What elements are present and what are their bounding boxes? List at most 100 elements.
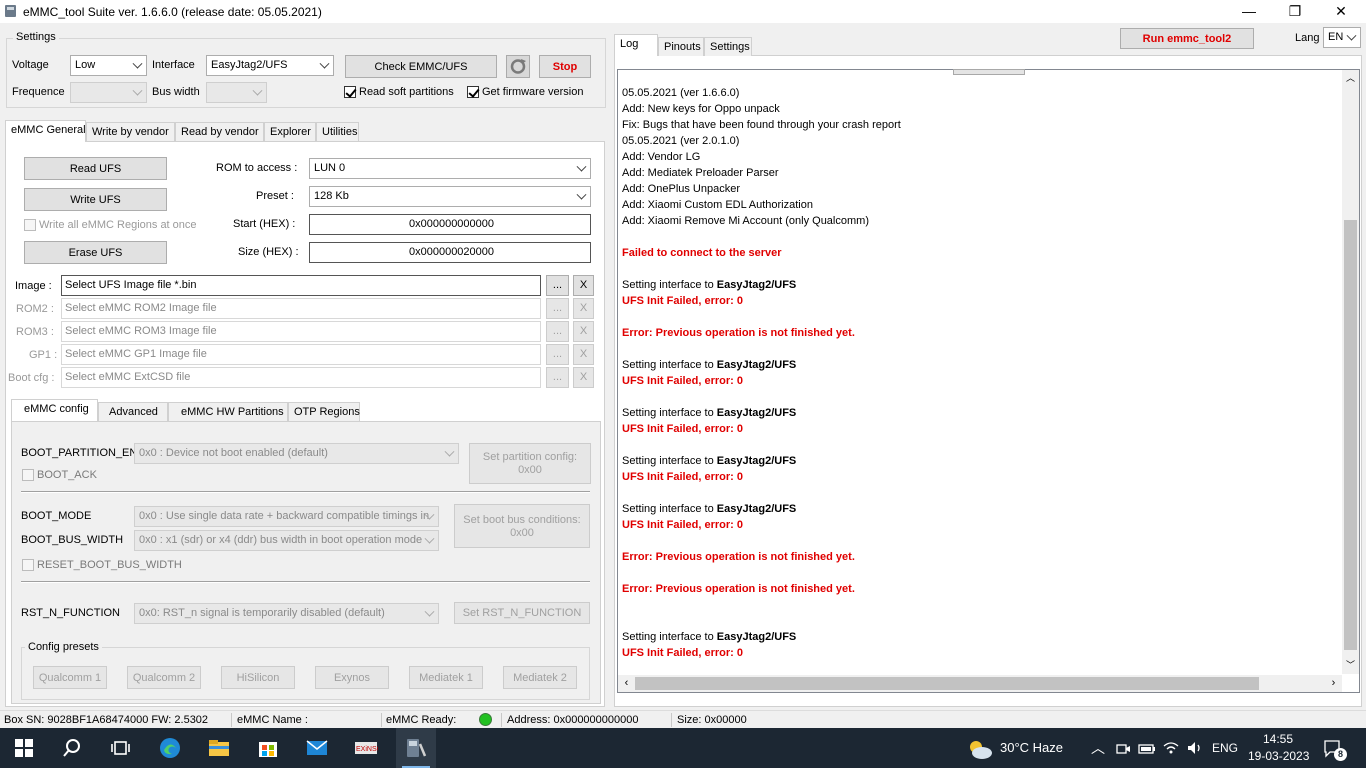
boot-ack-checkbox[interactable] — [22, 469, 34, 481]
chevron-down-icon — [132, 58, 143, 69]
preset-mediatek-1-button[interactable]: Mediatek 1 — [409, 666, 483, 689]
tab-settings[interactable]: Settings — [704, 37, 752, 56]
size-hex-input[interactable]: 0x000000020000 — [309, 242, 591, 263]
rom3-browse-button[interactable]: ... — [546, 321, 569, 342]
boot-bus-width-select[interactable]: 0x0 : x1 (sdr) or x4 (ddr) bus width in … — [134, 530, 439, 551]
tab-emmc-hw-partitions[interactable]: eMMC HW Partitions — [168, 402, 288, 421]
rom-access-select[interactable]: LUN 0 — [309, 158, 591, 179]
image-file-input[interactable]: Select UFS Image file *.bin — [61, 275, 541, 296]
image-browse-button[interactable]: ... — [546, 275, 569, 296]
log-line: Setting interface to EasyJtag2/UFS — [622, 407, 797, 419]
stop-button[interactable]: Stop — [539, 55, 591, 78]
tab-write-by-vendor[interactable]: Write by vendor — [86, 122, 175, 141]
rom2-file-input[interactable]: Select eMMC ROM2 Image file — [61, 298, 541, 319]
boot-mode-select[interactable]: 0x0 : Use single data rate + backward co… — [134, 506, 439, 527]
splitter-handle[interactable] — [953, 69, 1025, 75]
weather-icon[interactable] — [966, 738, 994, 760]
exinsoft-icon[interactable]: EXiNSOFT — [354, 736, 378, 760]
lang-select[interactable]: EN — [1323, 27, 1361, 48]
read-soft-partitions-checkbox[interactable] — [344, 86, 356, 98]
boot-cfg-clear-button[interactable]: X — [573, 367, 594, 388]
tab-otp-regions[interactable]: OTP Regions — [288, 402, 360, 421]
rom3-file-input[interactable]: Select eMMC ROM3 Image file — [61, 321, 541, 342]
close-button[interactable]: ✕ — [1318, 0, 1364, 23]
interface-select[interactable]: EasyJtag2/UFS — [206, 55, 334, 76]
clock-time[interactable]: 14:55 — [1263, 732, 1293, 746]
file-explorer-icon[interactable] — [207, 736, 231, 760]
voltage-select[interactable]: Low — [70, 55, 147, 76]
weather-text[interactable]: 30°C Haze — [1000, 740, 1063, 755]
log-area[interactable]: 05.05.2021 (ver 1.6.6.0) Add: New keys f… — [617, 69, 1360, 693]
store-icon[interactable] — [256, 736, 280, 760]
volume-icon[interactable] — [1186, 740, 1204, 756]
read-ufs-button[interactable]: Read UFS — [24, 157, 167, 180]
scroll-down-icon[interactable]: ﹀ — [1342, 657, 1359, 674]
tab-explorer[interactable]: Explorer — [264, 122, 316, 141]
refresh-button[interactable] — [506, 55, 530, 78]
battery-icon[interactable] — [1138, 741, 1156, 757]
log-line: UFS Init Failed, error: 0 — [622, 647, 744, 659]
rom2-clear-button[interactable]: X — [573, 298, 594, 319]
bus-width-label: Bus width — [152, 86, 200, 98]
tab-emmc-general[interactable]: eMMC General — [5, 120, 86, 142]
emmc-tool-icon[interactable] — [404, 736, 428, 760]
chevron-down-icon — [576, 161, 587, 172]
gp1-browse-button[interactable]: ... — [546, 344, 569, 365]
clock-date[interactable]: 19-03-2023 — [1248, 749, 1309, 763]
preset-hisilicon-button[interactable]: HiSilicon — [221, 666, 295, 689]
bus-width-select[interactable] — [206, 82, 267, 103]
set-boot-bus-button[interactable]: Set boot bus conditions: 0x00 — [454, 504, 590, 548]
windows-start-icon[interactable] — [12, 736, 36, 760]
meet-icon[interactable] — [1115, 741, 1131, 757]
frequence-select[interactable] — [70, 82, 147, 103]
tab-log[interactable]: Log — [614, 34, 658, 56]
write-all-regions-checkbox[interactable] — [24, 219, 36, 231]
rom2-browse-button[interactable]: ... — [546, 298, 569, 319]
boot-cfg-file-input[interactable]: Select eMMC ExtCSD file — [61, 367, 541, 388]
get-firmware-version-checkbox[interactable] — [467, 86, 479, 98]
start-hex-input[interactable]: 0x000000000000 — [309, 214, 591, 235]
boot-partition-select[interactable]: 0x0 : Device not boot enabled (default) — [134, 443, 459, 464]
search-icon[interactable] — [60, 736, 84, 760]
minimize-button[interactable]: — — [1226, 0, 1272, 23]
preset-exynos-button[interactable]: Exynos — [315, 666, 389, 689]
run-emmc-tool2-button[interactable]: Run emmc_tool2 — [1120, 28, 1254, 49]
log-line: Add: New keys for Oppo unpack — [622, 103, 780, 115]
tab-utilities[interactable]: Utilities — [316, 122, 359, 141]
preset-select[interactable]: 128 Kb — [309, 186, 591, 207]
scroll-left-icon[interactable]: ‹ — [618, 675, 635, 692]
vertical-scroll-thumb[interactable] — [1344, 220, 1357, 650]
write-ufs-button[interactable]: Write UFS — [24, 188, 167, 211]
rst-n-select[interactable]: 0x0: RST_n signal is temporarily disable… — [134, 603, 439, 624]
preset-qualcomm-1-button[interactable]: Qualcomm 1 — [33, 666, 107, 689]
image-clear-button[interactable]: X — [573, 275, 594, 296]
mail-icon[interactable] — [305, 736, 329, 760]
chevron-up-icon[interactable]: ︿ — [1091, 738, 1105, 758]
edge-icon[interactable] — [158, 736, 182, 760]
tab-emmc-config[interactable]: eMMC config — [11, 399, 98, 421]
horizontal-scroll-thumb[interactable] — [635, 677, 1259, 690]
scroll-right-icon[interactable]: › — [1325, 675, 1342, 692]
task-view-icon[interactable] — [108, 736, 132, 760]
maximize-button[interactable]: ❐ — [1272, 0, 1318, 23]
reset-boot-bus-checkbox[interactable] — [22, 559, 34, 571]
tab-read-by-vendor[interactable]: Read by vendor — [175, 122, 264, 141]
set-partition-config-button[interactable]: Set partition config: 0x00 — [469, 443, 591, 484]
scroll-up-icon[interactable]: ︿ — [1342, 70, 1359, 87]
erase-ufs-button[interactable]: Erase UFS — [24, 241, 167, 264]
preset-mediatek-2-button[interactable]: Mediatek 2 — [503, 666, 577, 689]
wifi-icon[interactable] — [1162, 740, 1180, 756]
voltage-label: Voltage — [12, 59, 49, 71]
vertical-scrollbar[interactable]: ︿ ﹀ — [1342, 70, 1359, 674]
gp1-clear-button[interactable]: X — [573, 344, 594, 365]
tab-advanced[interactable]: Advanced — [98, 402, 168, 421]
boot-cfg-browse-button[interactable]: ... — [546, 367, 569, 388]
tab-pinouts[interactable]: Pinouts — [658, 37, 704, 56]
preset-qualcomm-2-button[interactable]: Qualcomm 2 — [127, 666, 201, 689]
check-emmc-button[interactable]: Check EMMC/UFS — [345, 55, 497, 78]
rom3-clear-button[interactable]: X — [573, 321, 594, 342]
horizontal-scrollbar[interactable]: ‹ › — [618, 675, 1342, 692]
set-rst-n-button[interactable]: Set RST_N_FUNCTION — [454, 602, 590, 624]
gp1-file-input[interactable]: Select eMMC GP1 Image file — [61, 344, 541, 365]
language-indicator[interactable]: ENG — [1212, 741, 1238, 755]
